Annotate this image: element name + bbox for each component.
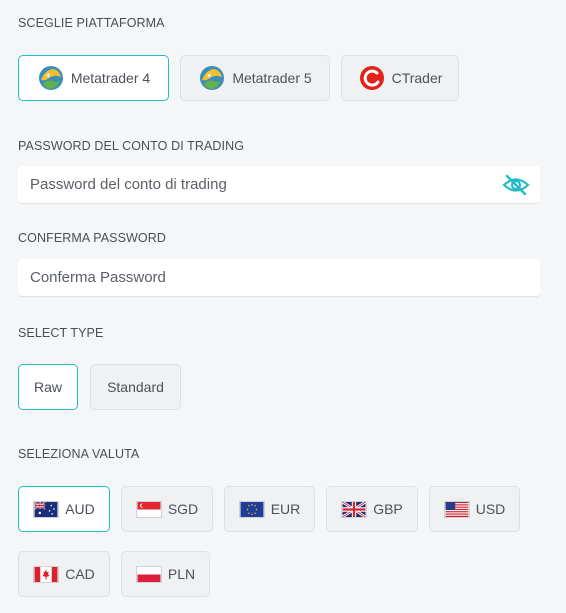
currency-gbp-button[interactable]: GBP — [326, 486, 418, 532]
password-field-wrapper — [18, 166, 540, 204]
singapore-flag-icon — [135, 500, 162, 518]
platform-ctrader-button[interactable]: CTrader — [341, 55, 459, 101]
type-standard-button[interactable]: Standard — [90, 364, 181, 410]
currency-pln-button[interactable]: PLN — [121, 551, 210, 597]
currency-label: SGD — [167, 501, 199, 517]
platform-label: Metatrader 4 — [70, 70, 151, 86]
password-section-label: PASSWORD DEL CONTO DI TRADING — [18, 139, 245, 153]
currency-label: USD — [475, 501, 506, 517]
platform-metatrader5-button[interactable]: Metatrader 5 — [180, 55, 330, 101]
currency-aud-button[interactable]: AUD — [18, 486, 110, 532]
currency-label: AUD — [65, 501, 95, 517]
canada-flag-icon — [33, 565, 60, 583]
confirm-section-label: CONFERMA PASSWORD — [18, 231, 167, 245]
metatrader-icon — [200, 66, 225, 90]
currency-label: PLN — [167, 566, 196, 582]
platform-metatrader4-button[interactable]: Metatrader 4 — [18, 55, 169, 101]
platform-label: Metatrader 5 — [232, 70, 312, 86]
metatrader-icon — [38, 66, 63, 90]
confirm-password-input[interactable] — [18, 259, 540, 296]
password-input[interactable] — [18, 166, 540, 203]
currency-label: EUR — [270, 501, 301, 517]
confirm-field-wrapper — [18, 259, 540, 297]
currency-label: CAD — [65, 566, 95, 582]
type-label: Raw — [33, 379, 62, 395]
currency-cad-button[interactable]: CAD — [18, 551, 110, 597]
ctrader-icon — [359, 66, 384, 90]
currency-eur-button[interactable]: EUR — [224, 486, 315, 532]
eye-slash-icon[interactable] — [502, 173, 530, 197]
platform-label: CTrader — [391, 70, 443, 86]
type-label: Standard — [107, 379, 164, 395]
poland-flag-icon — [135, 565, 162, 583]
type-section-label: SELECT TYPE — [18, 326, 104, 340]
eu-flag-icon — [238, 500, 265, 518]
currency-section-label: SELEZIONA VALUTA — [18, 447, 140, 461]
platform-section-label: SCEGLIE PIATTAFORMA — [18, 16, 165, 30]
uk-flag-icon — [341, 500, 368, 518]
currency-sgd-button[interactable]: SGD — [121, 486, 213, 532]
type-raw-button[interactable]: Raw — [18, 364, 78, 410]
us-flag-icon — [443, 500, 470, 518]
currency-usd-button[interactable]: USD — [429, 486, 520, 532]
australia-flag-icon — [33, 500, 60, 518]
currency-label: GBP — [373, 501, 403, 517]
